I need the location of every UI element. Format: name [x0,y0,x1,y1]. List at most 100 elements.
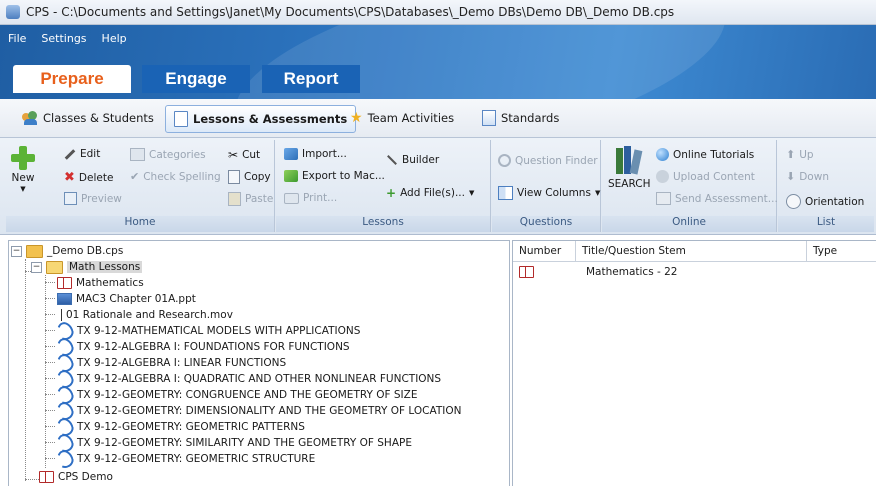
wand-icon [387,155,397,165]
list-row-title: Mathematics - 22 [586,266,678,278]
scissors-icon: ✂ [228,148,239,162]
tree-folder-math-lessons[interactable]: − Math Lessons [31,259,143,275]
tree-item-label: CPS Demo [58,471,113,483]
tree-item[interactable]: TX 9-12-GEOMETRY: CONGRUENCE AND THE GEO… [54,383,417,407]
books-icon [616,146,643,175]
check-spelling-button[interactable]: ✔ Check Spelling [130,170,221,183]
window-title: CPS - C:\Documents and Settings\Janet\My… [26,5,675,19]
tab-report[interactable]: Report [262,65,360,93]
view-columns-button[interactable]: View Columns ▼ [498,186,600,200]
tab-lessons-assessments-label: Lessons & Assessments [193,112,348,126]
collapse-icon[interactable]: − [31,261,42,273]
categories-label: Categories [149,148,206,161]
column-type[interactable]: Type [807,241,873,261]
online-tutorials-label: Online Tutorials [673,148,755,161]
cut-button[interactable]: ✂ Cut [228,148,260,162]
tab-engage[interactable]: Engage [142,65,250,93]
tree-item-label: TX 9-12-GEOMETRY: GEOMETRIC PATTERNS [77,421,305,433]
up-button[interactable]: ⬆ Up [786,148,814,161]
orientation-button[interactable]: Orientation [786,194,864,209]
tree-item[interactable]: 01 Rationale and Research.mov [57,307,233,323]
preview-icon [64,192,77,205]
add-files-button[interactable]: + Add File(s)... ▼ [386,186,474,200]
collapse-icon[interactable]: − [11,245,22,257]
tree-item-label: TX 9-12-ALGEBRA I: FOUNDATIONS FOR FUNCT… [77,341,350,353]
send-icon [656,192,671,205]
group-lessons: Import... Export to Mac... Print... Buil… [276,140,491,232]
print-label: Print... [303,192,338,204]
tree-item-label: 01 Rationale and Research.mov [66,309,233,321]
standard-spiral-icon [54,447,76,471]
printer-icon [284,192,299,204]
group-list: ⬆ Up ⬇ Down Orientation List [778,140,874,232]
column-title[interactable]: Title/Question Stem [576,241,807,261]
tree-item[interactable]: TX 9-12-ALGEBRA I: QUADRATIC AND OTHER N… [54,367,442,391]
app-icon [6,5,20,19]
tree-root-label: _Demo DB.cps [47,245,124,257]
print-button[interactable]: Print... [284,192,337,204]
tree-item[interactable]: Mathematics [57,275,144,291]
lesson-tree[interactable]: − _Demo DB.cps − Math Lessons Mathematic… [8,240,510,486]
people-icon [22,111,38,125]
tree-root[interactable]: − _Demo DB.cps [11,243,123,259]
tab-standards[interactable]: Standards [482,105,559,131]
menu-settings[interactable]: Settings [41,32,86,45]
preview-button[interactable]: Preview [64,192,122,205]
upload-content-button[interactable]: Upload Content [656,170,755,183]
tree-item[interactable]: TX 9-12-GEOMETRY: GEOMETRIC STRUCTURE [54,447,315,471]
magnifier-icon [498,154,511,167]
tree-item-label: TX 9-12-ALGEBRA I: LINEAR FUNCTIONS [77,357,287,369]
group-home: New ▼ Edit ✖ Delete Preview Categories ✔… [6,140,275,232]
ribbon: New ▼ Edit ✖ Delete Preview Categories ✔… [0,138,876,235]
import-button[interactable]: Import... [284,148,347,160]
tree-item-label: TX 9-12-GEOMETRY: DIMENSIONALITY AND THE… [77,405,462,417]
menu-help[interactable]: Help [102,32,127,45]
view-columns-label: View Columns [517,187,591,199]
copy-button[interactable]: Copy [228,170,271,184]
edit-button[interactable]: Edit [64,148,100,160]
sub-tab-bar: Classes & Students Lessons & Assessments… [0,99,876,138]
menu-file[interactable]: File [8,32,26,45]
tree-item[interactable]: TX 9-12-MATHEMATICAL MODELS WITH APPLICA… [54,319,361,343]
tree-item-cps-demo[interactable]: CPS Demo [39,469,113,485]
builder-button[interactable]: Builder [386,154,439,166]
paste-button[interactable]: Paste [228,192,273,206]
tab-team-activities[interactable]: ★ Team Activities [350,105,454,131]
send-assessment-button[interactable]: Send Assessment... [656,192,778,205]
question-list[interactable]: Number Title/Question Stem Type Mathemat… [512,240,876,486]
tree-item-label: Mathematics [76,277,144,289]
tree-item[interactable]: TX 9-12-ALGEBRA I: FOUNDATIONS FOR FUNCT… [54,335,350,359]
tree-item-label: TX 9-12-ALGEBRA I: QUADRATIC AND OTHER N… [77,373,442,385]
import-icon [284,148,298,160]
list-row[interactable] [519,264,534,280]
group-label-list: List [778,216,874,232]
tree-item[interactable]: TX 9-12-ALGEBRA I: LINEAR FUNCTIONS [54,351,287,375]
online-tutorials-button[interactable]: Online Tutorials [656,148,754,161]
tree-item-label: MAC3 Chapter 01A.ppt [76,293,196,305]
open-folder-icon [46,260,63,274]
delete-button[interactable]: ✖ Delete [64,170,113,185]
top-band: File Settings Help Prepare Engage Report [0,25,876,99]
search-button[interactable]: SEARCH [608,146,650,190]
tab-prepare[interactable]: Prepare [13,65,131,93]
tree-item[interactable]: MAC3 Chapter 01A.ppt [57,291,196,307]
down-button[interactable]: ⬇ Down [786,170,829,183]
tab-classes-students[interactable]: Classes & Students [22,105,154,131]
question-finder-button[interactable]: Question Finder [498,154,598,167]
title-bar: CPS - C:\Documents and Settings\Janet\My… [0,0,876,25]
column-number[interactable]: Number [513,241,576,261]
tab-lessons-assessments[interactable]: Lessons & Assessments [165,105,357,133]
tree-item[interactable]: TX 9-12-GEOMETRY: DIMENSIONALITY AND THE… [54,399,462,423]
edit-label: Edit [80,148,101,160]
arrow-down-icon: ⬇ [786,170,796,183]
tree-item-label: TX 9-12-MATHEMATICAL MODELS WITH APPLICA… [77,325,361,337]
upload-content-label: Upload Content [673,170,755,183]
new-button[interactable]: New ▼ [10,146,36,193]
categories-button[interactable]: Categories [130,148,206,161]
copy-label: Copy [244,171,271,183]
export-button[interactable]: Export to Mac... [284,170,385,182]
tree-item[interactable]: TX 9-12-GEOMETRY: SIMILARITY AND THE GEO… [54,431,412,455]
spellcheck-icon: ✔ [130,170,140,183]
folder-icon [26,244,43,258]
tree-item[interactable]: TX 9-12-GEOMETRY: GEOMETRIC PATTERNS [54,415,305,439]
